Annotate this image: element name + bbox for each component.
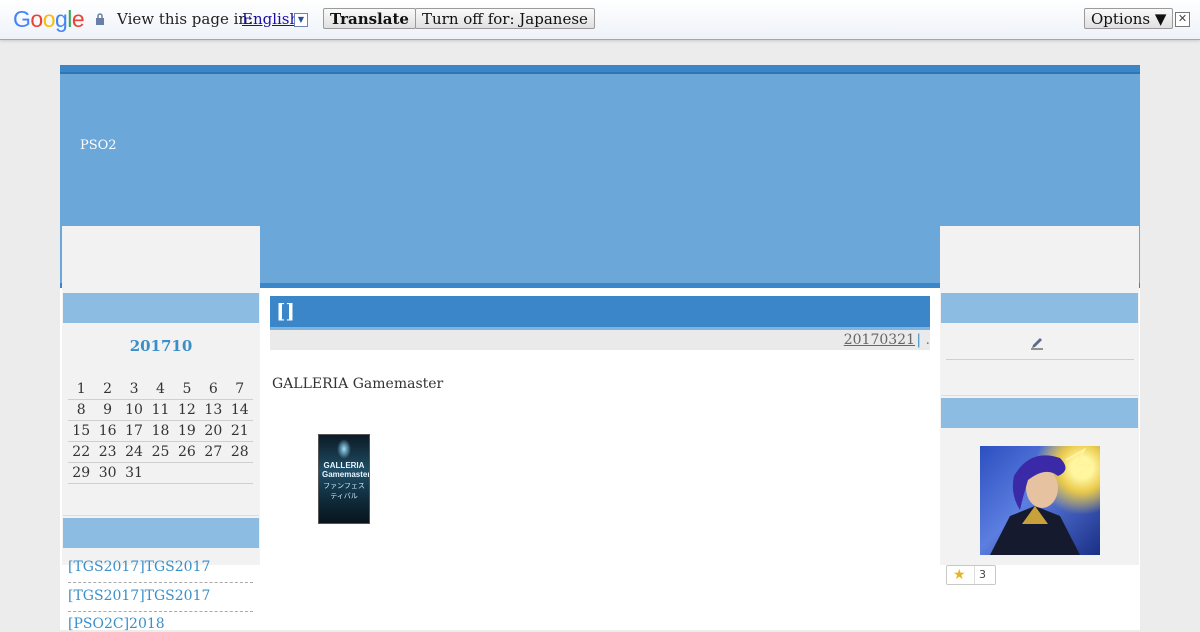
calendar-day: 5 (173, 379, 201, 400)
calendar-day: 20 (200, 420, 227, 442)
calendar-day: 16 (94, 420, 121, 442)
calendar-day: 2 (94, 379, 121, 400)
options-button[interactable]: Options ▼ (1084, 8, 1174, 29)
calendar-day: 24 (120, 441, 148, 463)
calendar-table: 1 2 3 4 5 6 7 8 9 10 11 12 13 14 15 16 1… (68, 379, 253, 484)
divider (946, 359, 1134, 360)
image-caption: GALLERIA Gamemaster (322, 461, 370, 479)
calendar-day: 8 (68, 399, 95, 421)
star-rating-button[interactable]: ★ 3 (946, 565, 996, 585)
post-title-text: [] (276, 299, 295, 323)
calendar-day: 21 (226, 420, 253, 442)
pen-icon[interactable] (1030, 336, 1044, 350)
calendar-day: 31 (120, 462, 148, 484)
calendar-day: 9 (94, 399, 121, 421)
calendar-day: 22 (68, 441, 95, 463)
google-logo: Google (13, 6, 85, 32)
calendar-day: 13 (200, 399, 227, 421)
recent-post-link[interactable]: [TGS2017]TGS2017 (68, 559, 210, 575)
right-panel-header (941, 293, 1138, 323)
top-stripe (60, 65, 1140, 72)
post-body-text: GALLERIA Gamemaster (272, 376, 444, 392)
calendar-day: 1 (68, 379, 95, 400)
translate-prompt: View this page in: (117, 10, 254, 28)
calendar-day: 12 (173, 399, 201, 421)
translate-button[interactable]: Translate (323, 8, 416, 29)
calendar-day: 10 (120, 399, 148, 421)
calendar-day: 27 (200, 441, 227, 463)
calendar-day (200, 462, 227, 484)
calendar-day: 15 (68, 420, 95, 442)
post-date-link[interactable]: 20170321 (844, 332, 915, 348)
turn-off-button[interactable]: Turn off for: Japanese (415, 8, 595, 29)
calendar-day: 7 (226, 379, 253, 400)
calendar-day: 3 (120, 379, 148, 400)
calendar-day: 28 (226, 441, 253, 463)
calendar-day: 29 (68, 462, 95, 484)
calendar-day: 4 (147, 379, 174, 400)
recent-post-link[interactable]: [TGS2017]TGS2017 (68, 588, 210, 604)
post-meta: 20170321 | . (270, 330, 930, 350)
calendar-day: 6 (200, 379, 227, 400)
calendar-month-title[interactable]: 201710 (63, 337, 259, 355)
calendar-day (173, 462, 201, 484)
image-subcaption: ファンフェスティバル (323, 482, 365, 500)
star-count: 3 (979, 568, 986, 581)
chevron-down-icon[interactable]: ▼ (294, 13, 308, 27)
divider (68, 582, 253, 583)
calendar-day: 26 (173, 441, 201, 463)
avatar-illustration (990, 447, 1096, 555)
post-meta-separator: | . (916, 332, 930, 348)
post-title[interactable]: [] (270, 296, 930, 330)
profile-panel-header (941, 398, 1138, 428)
calendar-day: 18 (147, 420, 174, 442)
divider (68, 611, 253, 612)
divider (974, 566, 975, 584)
profile-avatar[interactable] (980, 446, 1100, 555)
calendar-day: 30 (94, 462, 121, 484)
site-title[interactable]: PSO2 (80, 138, 117, 153)
recent-posts-header (63, 518, 259, 548)
translate-bar: Google View this page in: English ▼ Tran… (0, 0, 1200, 40)
star-icon: ★ (953, 567, 966, 583)
calendar-panel-header (63, 293, 259, 323)
calendar-day: 19 (173, 420, 201, 442)
calendar-day: 23 (94, 441, 121, 463)
lock-icon (96, 13, 104, 25)
calendar-day: 14 (226, 399, 253, 421)
language-select-link[interactable]: English (242, 10, 299, 28)
calendar-day (226, 462, 253, 484)
close-icon[interactable]: ✕ (1175, 12, 1190, 27)
calendar-day: 11 (147, 399, 174, 421)
post-image[interactable]: GALLERIA Gamemaster ファンフェスティバル (318, 434, 370, 524)
calendar-day: 17 (120, 420, 148, 442)
calendar-day (147, 462, 174, 484)
image-glow (337, 439, 351, 459)
calendar-day: 25 (147, 441, 174, 463)
